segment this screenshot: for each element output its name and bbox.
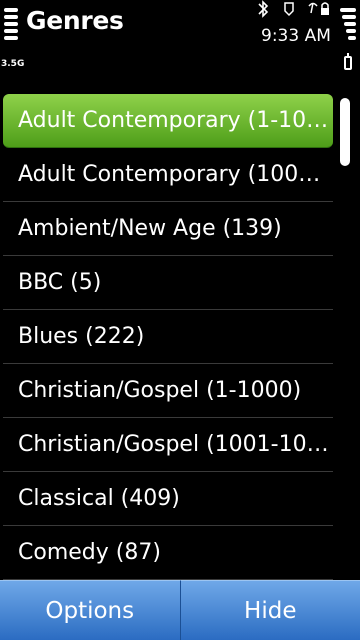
list-item[interactable]: Classical (409)	[3, 472, 333, 526]
wifi-icon	[308, 2, 318, 14]
list-item[interactable]: Ambient/New Age (139)	[3, 202, 333, 256]
options-button[interactable]: Options	[0, 580, 180, 640]
lock-icon	[321, 2, 329, 15]
status-icons	[258, 0, 329, 18]
scrollbar[interactable]	[340, 98, 350, 578]
list-item-label: BBC (5)	[18, 270, 102, 295]
list-item[interactable]: Blues (222)	[3, 310, 333, 364]
list-item[interactable]: Adult Contemporary (1-10…	[3, 94, 333, 148]
genre-list: Adult Contemporary (1-10… Adult Contempo…	[3, 94, 333, 580]
list-item[interactable]: Adult Contemporary (100…	[3, 148, 333, 202]
signal-strength-icon	[340, 8, 356, 42]
list-item-label: Comedy (87)	[18, 540, 161, 565]
page-title: Genres	[26, 6, 124, 35]
list-item[interactable]: Christian/Gospel (1-1000)	[3, 364, 333, 418]
network-type-label: 3.5G	[1, 59, 25, 69]
hide-button[interactable]: Hide	[179, 580, 360, 640]
list-item-label: Christian/Gospel (1001-10…	[18, 432, 329, 457]
list-item-label: Ambient/New Age (139)	[18, 216, 282, 241]
bluetooth-icon	[258, 0, 269, 18]
list-item-label: Adult Contemporary (100…	[18, 162, 321, 187]
battery-icon	[344, 53, 352, 70]
list-item-label: Adult Contemporary (1-10…	[18, 108, 329, 133]
list-item[interactable]: BBC (5)	[3, 256, 333, 310]
list-item[interactable]: Comedy (87)	[3, 526, 333, 580]
softkey-bar: Options Hide	[0, 580, 360, 640]
list-item[interactable]: Christian/Gospel (1001-10…	[3, 418, 333, 472]
clock: 9:33 AM	[261, 26, 331, 46]
status-bar: Genres 3.5G 9:33 AM	[0, 0, 360, 90]
list-item-label: Christian/Gospel (1-1000)	[18, 378, 302, 403]
alarm-icon	[284, 2, 294, 17]
scrollbar-thumb[interactable]	[340, 98, 350, 166]
list-item-label: Blues (222)	[18, 324, 145, 349]
app-menu-icon[interactable]	[4, 8, 20, 44]
list-item-label: Classical (409)	[18, 486, 180, 511]
